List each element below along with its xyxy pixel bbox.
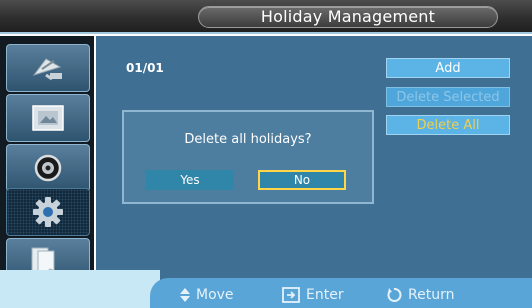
picture-icon xyxy=(32,105,64,131)
return-hint: Return xyxy=(386,285,454,305)
setup-gear-icon xyxy=(33,197,63,227)
no-button[interactable]: No xyxy=(258,170,346,190)
sidebar-item-sound[interactable] xyxy=(6,144,90,192)
help-bar-right-segment: Move Enter Return xyxy=(150,278,532,308)
move-hint-label: Move xyxy=(196,287,234,303)
enter-hint: Enter xyxy=(282,285,344,305)
sound-icon xyxy=(34,154,62,182)
add-button[interactable]: Add xyxy=(386,58,510,78)
holiday-management-panel: 01/01 Add Delete Selected Delete All Del… xyxy=(96,36,532,286)
updown-arrow-icon xyxy=(180,288,190,302)
satellite-dish-icon xyxy=(32,58,62,81)
delete-all-button[interactable]: Delete All xyxy=(386,115,510,135)
help-bar: Move Enter Return xyxy=(0,270,532,308)
sidebar xyxy=(0,36,94,286)
return-icon xyxy=(387,288,402,302)
enter-icon xyxy=(282,287,300,303)
confirm-dialog: Delete all holidays? Yes No xyxy=(122,110,374,204)
delete-selected-button[interactable]: Delete Selected xyxy=(386,87,510,107)
enter-hint-label: Enter xyxy=(306,287,344,303)
move-hint: Move xyxy=(180,285,234,305)
page-indicator: 01/01 xyxy=(126,61,164,75)
sidebar-item-setup[interactable] xyxy=(6,188,90,236)
return-hint-label: Return xyxy=(408,287,455,303)
dialog-message: Delete all holidays? xyxy=(184,132,312,147)
yes-button[interactable]: Yes xyxy=(146,170,234,190)
sidebar-item-channel[interactable] xyxy=(6,44,90,92)
sidebar-item-picture[interactable] xyxy=(6,94,90,142)
osd-screen: Holiday Management 01/01 Add Delete Sele… xyxy=(0,0,532,308)
help-bar-left-segment xyxy=(0,270,160,308)
title-bar: Holiday Management xyxy=(0,0,532,34)
window-title: Holiday Management xyxy=(198,6,498,28)
